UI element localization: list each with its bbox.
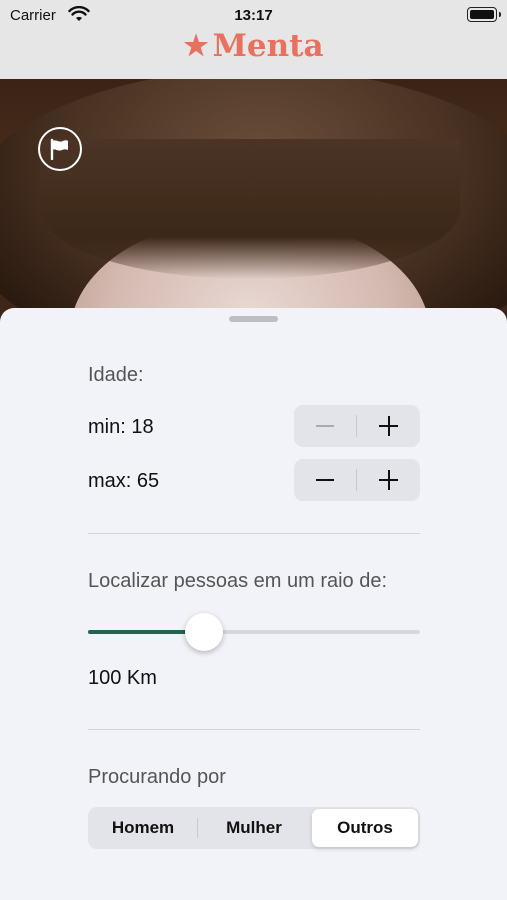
photo-fringe: [40, 139, 460, 279]
star-icon: ★: [183, 29, 209, 62]
distance-value: 100 Km: [88, 667, 157, 689]
filter-sheet: Idade: min: 18 max: 65 Localizar pessoas…: [0, 308, 507, 900]
profile-photo[interactable]: [0, 79, 507, 329]
minus-icon: [316, 425, 334, 427]
distance-label: Localizar pessoas em um raio de:: [88, 570, 388, 592]
age-min-stepper: [294, 405, 420, 447]
report-button[interactable]: [38, 127, 82, 171]
app-name: Menta: [212, 28, 324, 64]
minus-icon: [316, 479, 334, 481]
battery-icon: [467, 7, 501, 22]
age-label: Idade:: [88, 364, 144, 386]
status-bar: Carrier 13:17: [0, 0, 507, 30]
seeking-label: Procurando por: [88, 766, 226, 788]
app-logo: ★ Menta: [0, 28, 507, 64]
age-min-value: min: 18: [88, 416, 154, 438]
top-bar: Carrier 13:17 ★ Menta: [0, 0, 507, 79]
distance-slider-thumb[interactable]: [185, 613, 224, 651]
seeking-segmented-control: Homem Mulher Outros: [88, 807, 420, 849]
segment-mulher[interactable]: Mulher: [199, 809, 309, 847]
segment-outros[interactable]: Outros: [312, 809, 418, 847]
segment-divider: [197, 818, 198, 838]
segment-homem[interactable]: Homem: [90, 809, 196, 847]
age-min-decrement-button[interactable]: [294, 405, 357, 447]
sheet-grabber[interactable]: [229, 316, 278, 322]
age-max-value: max: 65: [88, 470, 160, 492]
distance-slider[interactable]: [88, 613, 420, 651]
section-divider: [88, 533, 420, 534]
age-min-increment-button[interactable]: [357, 405, 420, 447]
flag-icon: [50, 138, 68, 160]
clock: 13:17: [234, 7, 273, 24]
age-max-stepper: [294, 459, 420, 501]
section-divider: [88, 729, 420, 730]
age-max-increment-button[interactable]: [357, 459, 420, 501]
age-max-decrement-button[interactable]: [294, 459, 357, 501]
